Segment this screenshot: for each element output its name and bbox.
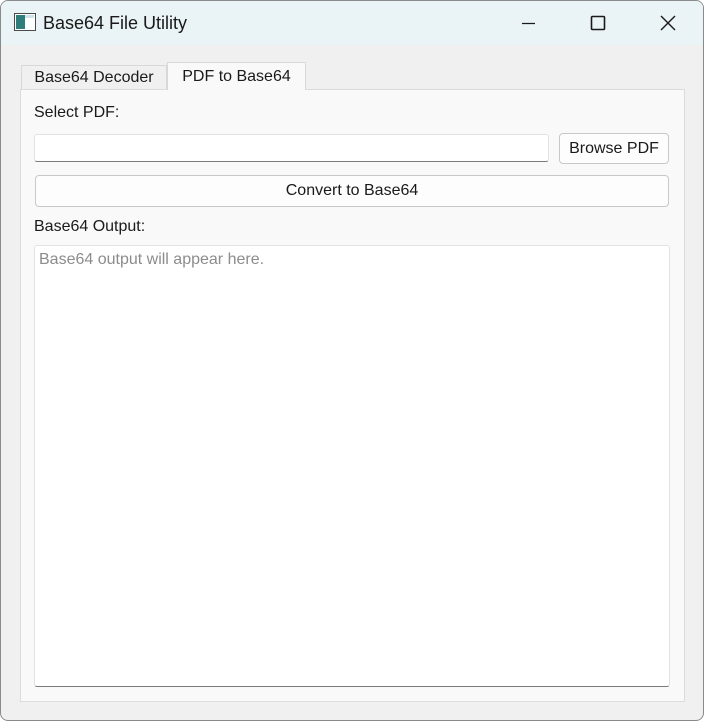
convert-to-base64-button[interactable]: Convert to Base64 <box>35 175 669 207</box>
base64-output-label: Base64 Output: <box>34 218 146 235</box>
base64-output-textarea[interactable] <box>34 245 670 687</box>
select-pdf-label: Select PDF: <box>34 104 120 121</box>
maximize-icon <box>590 15 606 31</box>
minimize-button[interactable] <box>493 1 563 45</box>
close-icon <box>660 15 676 31</box>
close-button[interactable] <box>633 1 703 45</box>
app-window-icon <box>14 13 36 31</box>
tab-pdf-to-base64[interactable]: PDF to Base64 <box>167 62 306 90</box>
maximize-button[interactable] <box>563 1 633 45</box>
title-bar[interactable]: Base64 File Utility <box>1 1 703 45</box>
minimize-icon <box>522 22 535 25</box>
pdf-path-input[interactable] <box>34 134 549 162</box>
browse-pdf-button[interactable]: Browse PDF <box>559 133 669 164</box>
app-window: Base64 File Utility Base64 Decoder PDF t… <box>0 0 704 721</box>
tab-base64-decoder[interactable]: Base64 Decoder <box>21 65 167 89</box>
window-title: Base64 File Utility <box>43 13 188 33</box>
